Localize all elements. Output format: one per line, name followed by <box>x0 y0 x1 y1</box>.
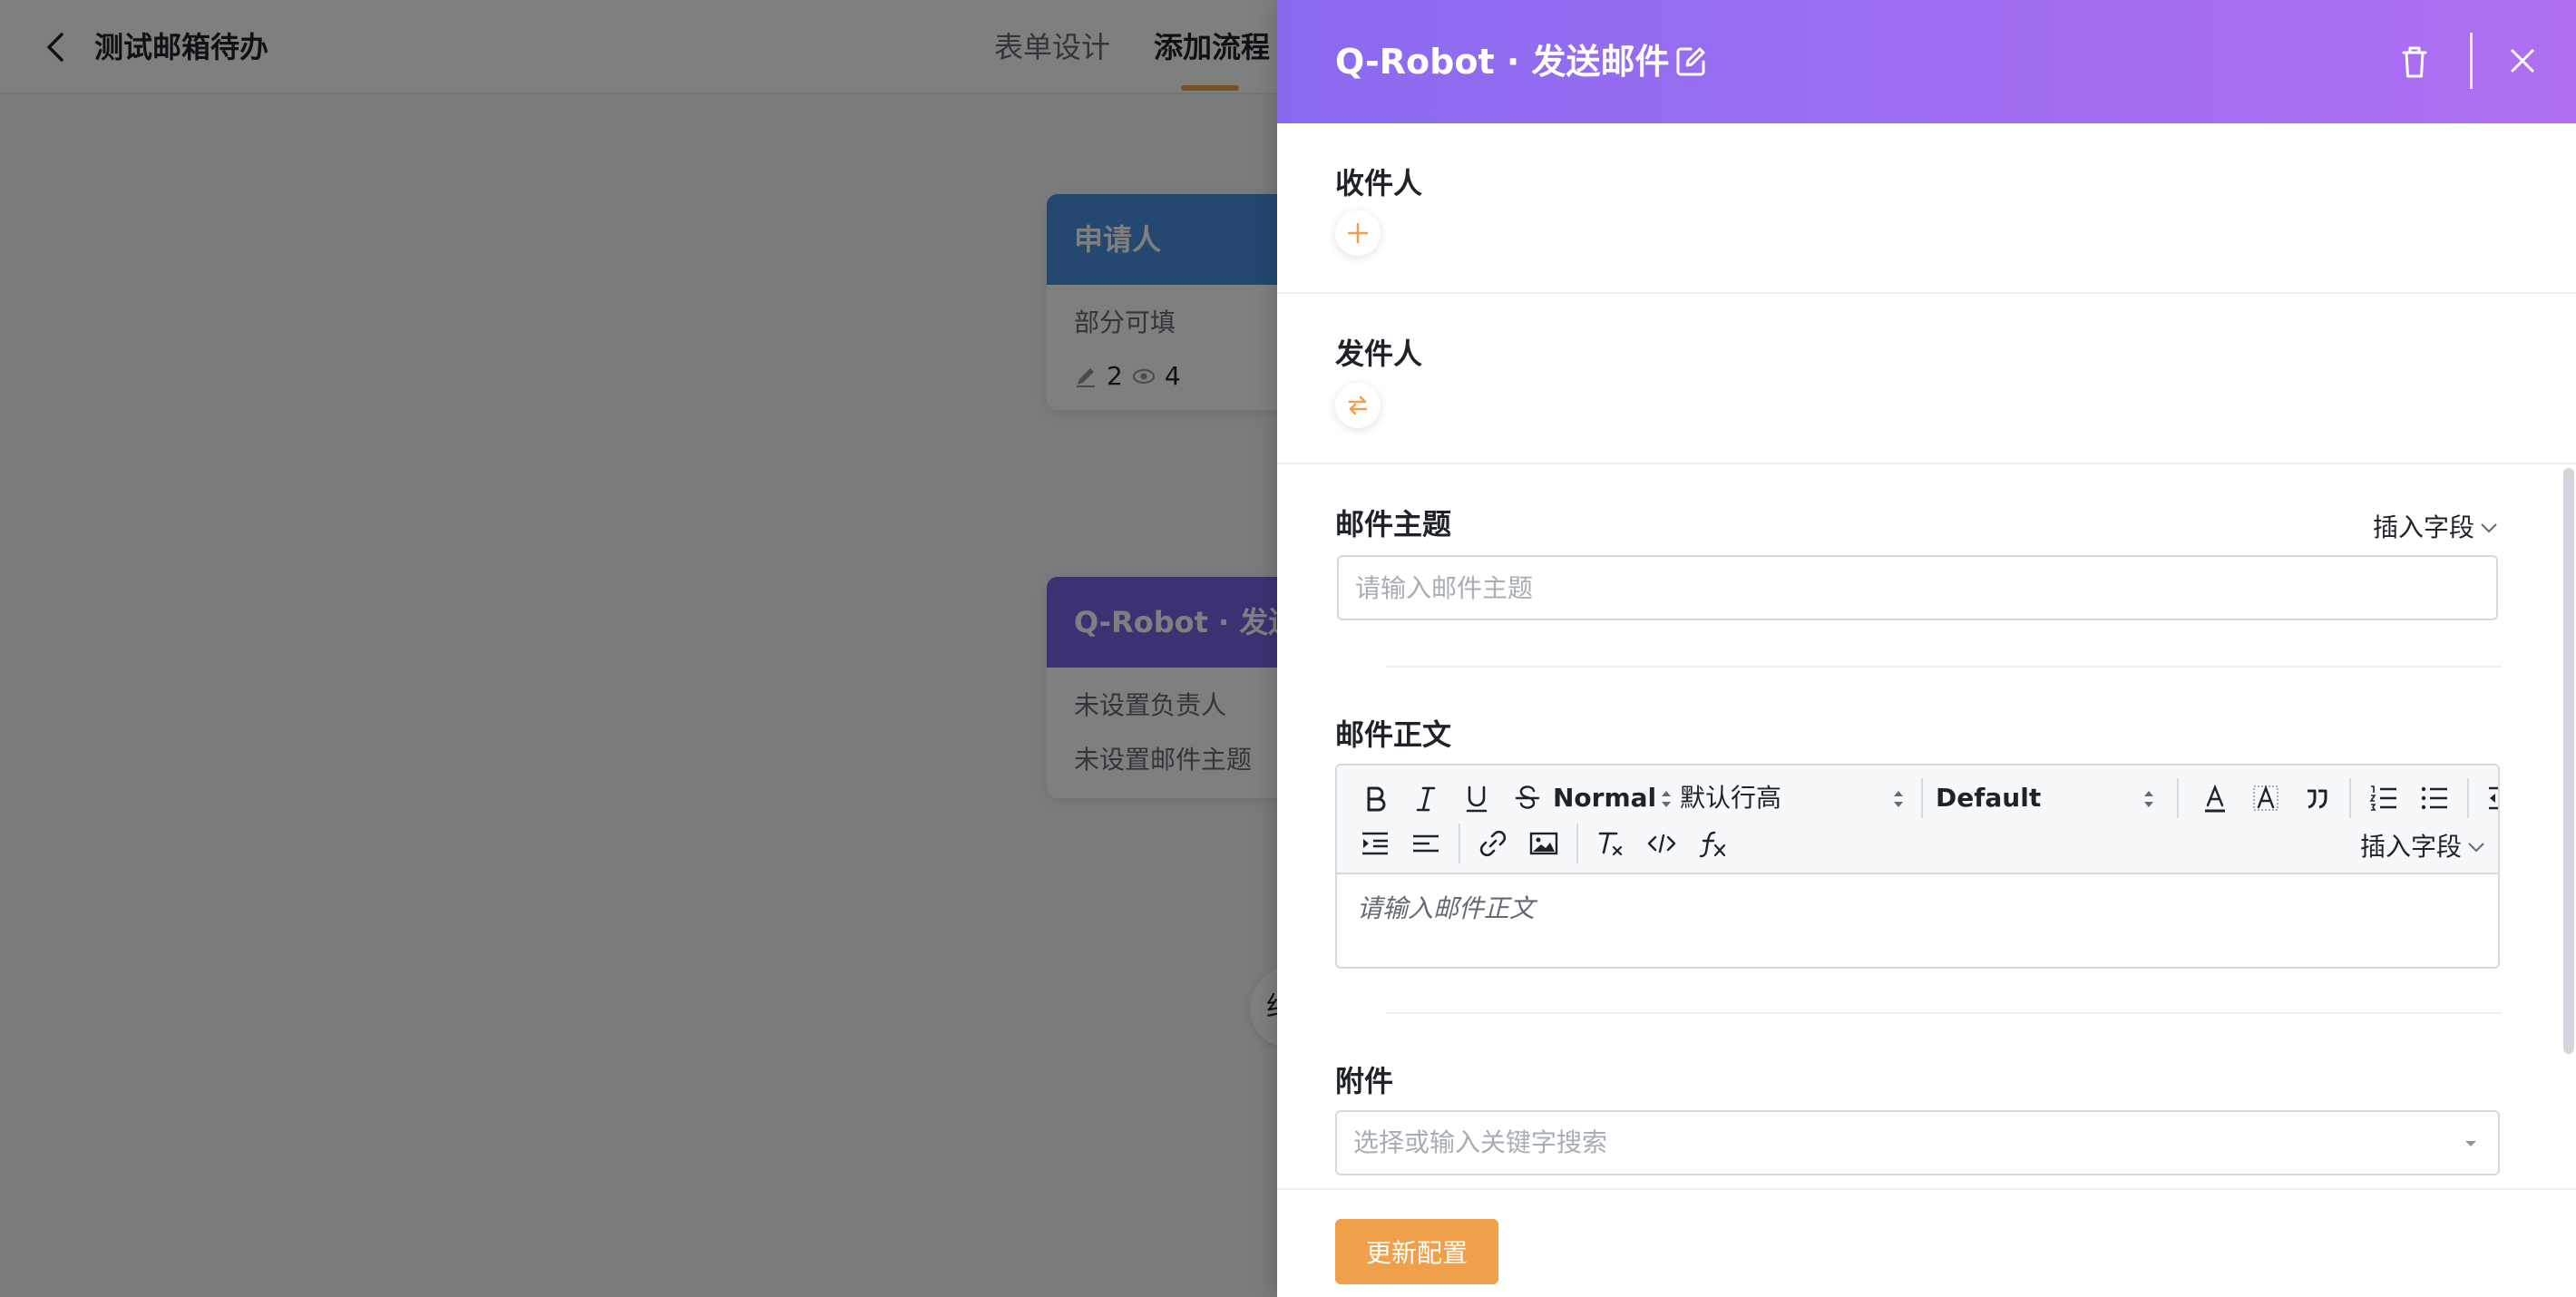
field-divider <box>1386 1012 2502 1014</box>
bold-icon <box>1367 786 1386 812</box>
caret-down-icon <box>2465 1141 2476 1146</box>
updown-caret-icon <box>2144 791 2153 807</box>
italic-icon <box>1416 786 1436 812</box>
section-divider <box>1277 463 2576 464</box>
attachment-select-placeholder: 选择或输入关键字搜索 <box>1353 1127 1608 1157</box>
toolbar-separator <box>1459 824 1460 863</box>
attachment-select[interactable]: 选择或输入关键字搜索 <box>1335 1110 2500 1175</box>
underline-icon <box>1466 785 1488 813</box>
updown-caret-icon <box>1894 791 1903 807</box>
strikethrough-icon <box>1515 785 1540 809</box>
align-button[interactable] <box>1408 825 1444 862</box>
blockquote-button[interactable] <box>2298 780 2335 816</box>
font-size-select[interactable]: Normal <box>1553 780 1656 816</box>
recipient-label: 收件人 <box>1335 166 1423 200</box>
drawer-scrollbar[interactable] <box>2563 468 2574 1054</box>
updown-caret-icon <box>1662 791 1671 807</box>
insert-field-label: 插入字段 <box>2360 832 2463 862</box>
clear-format-icon <box>1598 832 1623 856</box>
bold-button[interactable] <box>1357 780 1393 816</box>
underline-button[interactable] <box>1459 780 1495 816</box>
strikethrough-button[interactable] <box>1509 780 1546 816</box>
bullet-list-icon <box>2421 786 2447 810</box>
font-color-icon <box>2205 784 2225 813</box>
font-color-button[interactable] <box>2197 780 2233 816</box>
ordered-list-icon <box>2369 785 2396 811</box>
link-button[interactable] <box>1475 825 1511 862</box>
blockquote-icon <box>2308 789 2327 809</box>
link-icon <box>1479 830 1507 857</box>
toolbar-separator <box>2177 778 2179 818</box>
clear-format-button[interactable] <box>1593 825 1629 862</box>
drawer-body: 收件人 发件人 邮件主题 插入字段 邮件正文 <box>1277 123 2576 1175</box>
chevron-down-icon <box>2481 523 2497 533</box>
formula-button[interactable] <box>1694 825 1731 862</box>
line-height-select[interactable]: 默认行高 <box>1680 780 1781 816</box>
drawer-footer: 更新配置 <box>1277 1188 2576 1297</box>
formula-icon <box>1699 831 1726 858</box>
edit-title-icon[interactable] <box>1673 44 1709 80</box>
swap-icon <box>1348 395 1368 415</box>
editor-toolbar: Normal 默认行高 Default 插入字段 <box>1337 766 2498 874</box>
code-button[interactable] <box>1644 825 1680 862</box>
indent-button[interactable] <box>1357 825 1393 862</box>
ordered-list-button[interactable] <box>2366 780 2402 816</box>
toolbar-separator <box>1921 778 1923 818</box>
subject-input[interactable] <box>1337 555 2498 620</box>
image-button[interactable] <box>1526 825 1562 862</box>
body-insert-field-dropdown[interactable]: 插入字段 <box>2360 829 2487 865</box>
node-config-drawer: Q-Robot · 发送邮件 收件人 发件人 邮件主题 插入字段 请输入邮件主题… <box>1277 0 2576 1297</box>
body-label: 邮件正文 <box>1335 717 1452 752</box>
plus-icon <box>1347 222 1369 244</box>
section-divider <box>1277 292 2576 294</box>
outdent-icon <box>2489 786 2498 810</box>
background-color-icon <box>2253 785 2278 811</box>
add-recipient-button[interactable] <box>1335 210 1381 256</box>
delete-icon[interactable] <box>2396 42 2433 82</box>
image-icon <box>1529 832 1558 855</box>
drawer-header: Q-Robot · 发送邮件 <box>1277 0 2576 123</box>
code-icon <box>1647 834 1676 853</box>
drawer-title: Q-Robot · 发送邮件 <box>1335 42 1670 82</box>
indent-icon <box>1362 832 1388 855</box>
sender-label: 发件人 <box>1335 336 1423 371</box>
attachment-label: 附件 <box>1335 1064 1394 1098</box>
subject-insert-field-dropdown[interactable]: 插入字段 <box>2373 510 2500 546</box>
bullet-list-button[interactable] <box>2416 780 2453 816</box>
switch-sender-button[interactable] <box>1335 383 1381 428</box>
chevron-down-icon <box>2468 843 2484 853</box>
insert-field-label: 插入字段 <box>2373 512 2475 542</box>
close-icon[interactable] <box>2505 44 2540 78</box>
font-family-select[interactable]: Default <box>1936 780 2041 816</box>
header-divider <box>2470 33 2473 89</box>
field-divider <box>1386 666 2502 668</box>
body-rich-editor: Normal 默认行高 Default 插入字段 请输入邮件正文 <box>1335 764 2500 969</box>
background-color-button[interactable] <box>2248 780 2284 816</box>
toolbar-separator <box>2349 778 2351 818</box>
update-config-button[interactable]: 更新配置 <box>1335 1219 1498 1284</box>
italic-button[interactable] <box>1408 780 1444 816</box>
toolbar-separator <box>2467 778 2469 818</box>
align-left-icon <box>1413 834 1439 853</box>
subject-label: 邮件主题 <box>1335 507 1452 541</box>
toolbar-separator <box>1576 824 1578 863</box>
outdent-button[interactable] <box>2483 780 2498 816</box>
body-editor-placeholder[interactable]: 请输入邮件正文 <box>1357 891 1535 927</box>
